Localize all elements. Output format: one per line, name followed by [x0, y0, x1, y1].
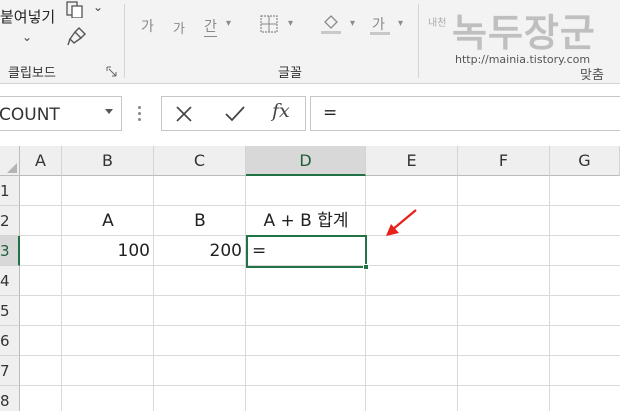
row-header-2[interactable]: 2	[0, 206, 20, 236]
wrap-text-button[interactable]: 내천	[428, 14, 446, 29]
format-painter-icon[interactable]	[66, 25, 88, 47]
row-header-4[interactable]: 4	[0, 266, 20, 296]
name-box[interactable]: COUNT	[0, 96, 122, 131]
column-header-c[interactable]: C	[154, 146, 246, 176]
cell-b2[interactable]: A	[62, 206, 154, 236]
decrease-font-button[interactable]: 가	[173, 18, 185, 37]
select-all-button[interactable]	[0, 146, 20, 176]
column-header-b[interactable]: B	[62, 146, 154, 176]
cell-d2[interactable]: A + B 합계	[246, 206, 366, 236]
formula-value: =	[323, 103, 338, 123]
column-header-g[interactable]: G	[550, 146, 620, 176]
gridline	[549, 176, 550, 411]
ribbon-separator	[124, 4, 125, 78]
ribbon: 붙여넣기 ⌄ ⌄ 클립보드 가 가 간 ▾ ▾ ▾ 가 ▾ 글꼴 내천 맞춤 녹…	[0, 0, 620, 84]
font-color-chevron-down-icon[interactable]: ▾	[398, 18, 403, 29]
underline-chevron-down-icon[interactable]: ▾	[226, 18, 231, 29]
paste-chevron-down-icon[interactable]: ⌄	[22, 30, 32, 44]
gridline	[20, 355, 620, 356]
cell-d3[interactable]: =	[252, 237, 266, 265]
active-cell-d3[interactable]: =	[246, 235, 369, 270]
dialog-launcher-icon[interactable]	[106, 66, 117, 77]
insert-function-icon[interactable]: fx	[272, 100, 290, 122]
underline-button[interactable]: 간	[204, 16, 217, 37]
worksheet-grid: A B C D E F G 1 2 3 4 5 6 7 8 A B A + B …	[0, 146, 620, 411]
cell-c2[interactable]: B	[154, 206, 246, 236]
watermark-url: http://mainia.tistory.com	[455, 53, 591, 66]
borders-icon[interactable]	[259, 14, 279, 34]
fill-handle[interactable]	[363, 264, 369, 270]
cancel-icon[interactable]	[174, 104, 194, 124]
row-header-1[interactable]: 1	[0, 176, 20, 206]
font-color-button[interactable]: 가	[372, 14, 385, 34]
clipboard-group-label: 클립보드	[8, 66, 56, 81]
gridline	[457, 176, 458, 411]
cell-b3[interactable]: 100	[62, 236, 154, 266]
name-box-chevron-down-icon[interactable]	[105, 109, 113, 114]
font-color-swatch	[370, 32, 390, 35]
fill-color-icon[interactable]	[321, 13, 341, 35]
gridline	[20, 385, 620, 386]
ribbon-separator	[418, 4, 419, 78]
fill-color-chevron-down-icon[interactable]: ▾	[350, 18, 355, 29]
name-box-value: COUNT	[0, 105, 60, 125]
formula-bar: COUNT fx =	[0, 84, 620, 146]
enter-check-icon[interactable]	[224, 104, 246, 124]
row-header-6[interactable]: 6	[0, 326, 20, 356]
gridline	[20, 325, 620, 326]
copy-icon[interactable]	[64, 0, 86, 18]
annotation-arrow-icon	[386, 209, 417, 236]
row-header-7[interactable]: 7	[0, 356, 20, 386]
copy-chevron-down-icon[interactable]: ⌄	[93, 0, 103, 14]
column-header-f[interactable]: F	[458, 146, 550, 176]
formula-bar-resize-handle[interactable]	[138, 106, 141, 122]
row-header-5[interactable]: 5	[0, 296, 20, 326]
row-header-8[interactable]: 8	[0, 386, 20, 411]
column-header-e[interactable]: E	[366, 146, 458, 176]
formula-bar-buttons: fx	[161, 96, 306, 131]
formula-input[interactable]: =	[310, 96, 620, 131]
row-header-3[interactable]: 3	[0, 236, 20, 266]
font-group-label: 글꼴	[278, 66, 302, 81]
watermark-text: 녹두장군	[452, 11, 596, 55]
increase-font-button[interactable]: 가	[141, 16, 154, 36]
paste-button[interactable]: 붙여넣기	[0, 6, 55, 27]
gridline	[20, 295, 620, 296]
cell-c3[interactable]: 200	[154, 236, 246, 266]
borders-chevron-down-icon[interactable]: ▾	[288, 18, 293, 29]
alignment-group-label: 맞춤	[580, 68, 604, 83]
column-header-a[interactable]: A	[20, 146, 62, 176]
column-header-d[interactable]: D	[246, 146, 366, 176]
